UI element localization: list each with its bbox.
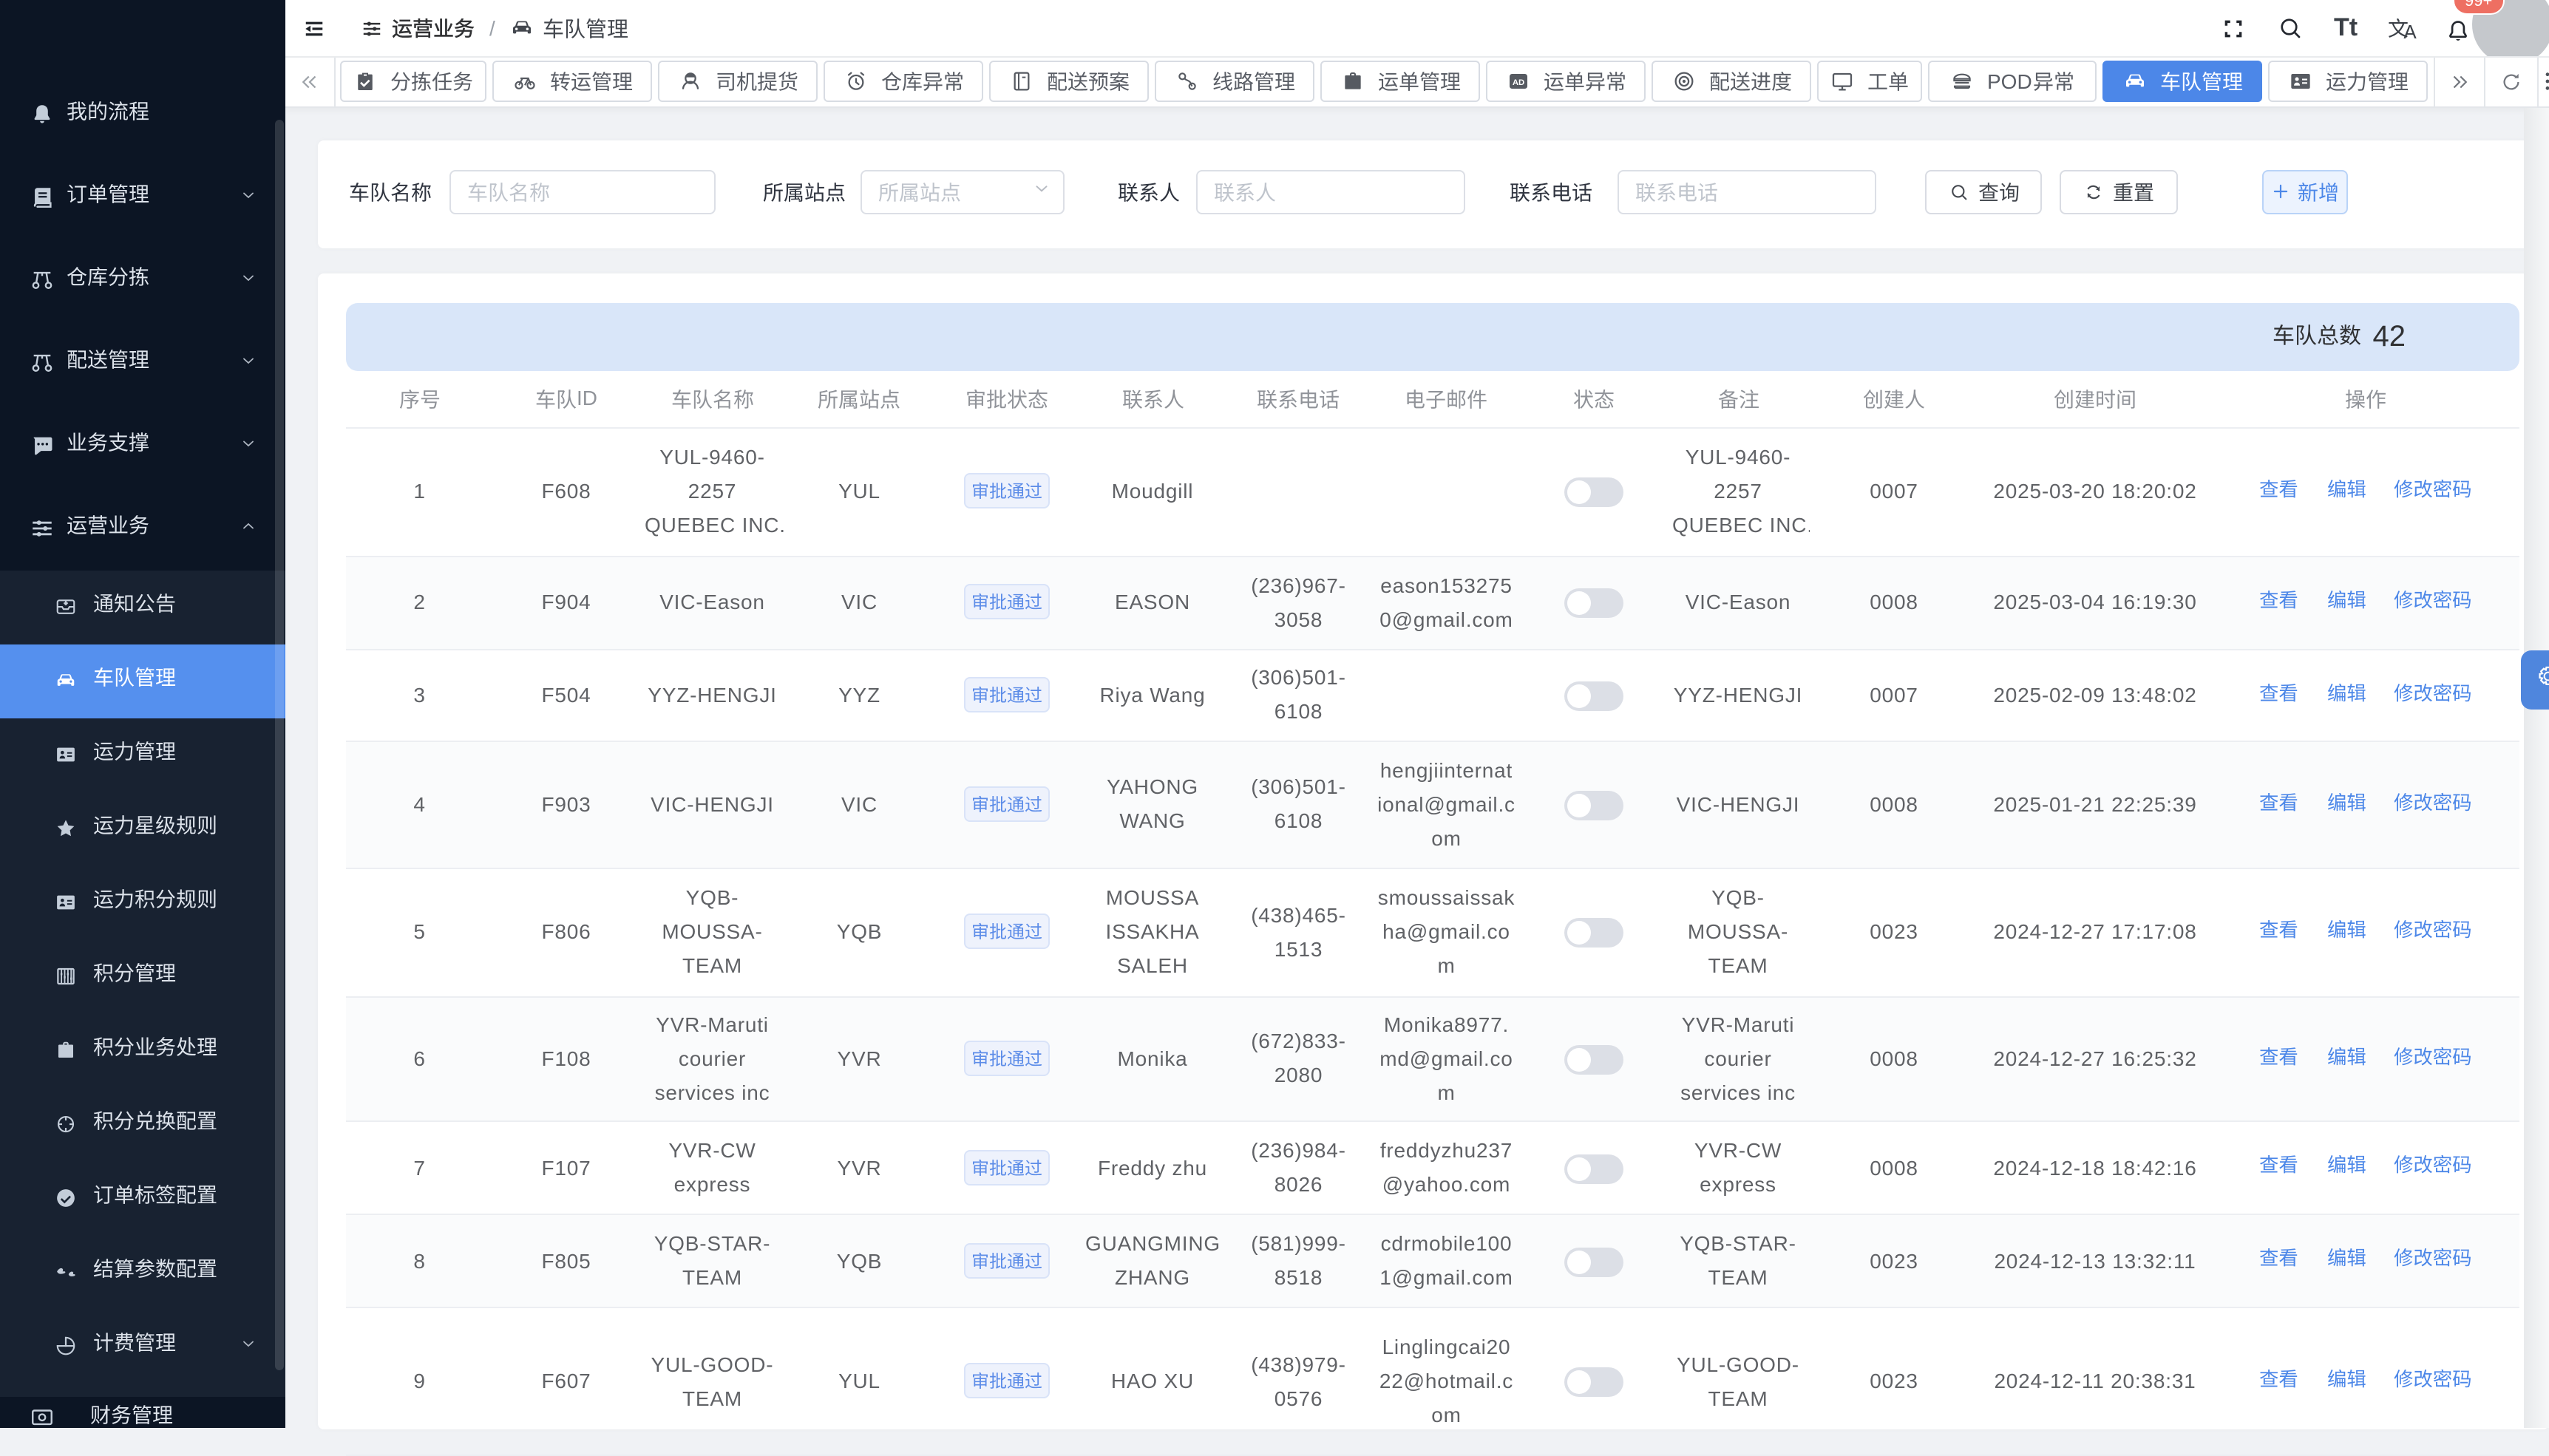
- svg-text:AD: AD: [1512, 78, 1524, 87]
